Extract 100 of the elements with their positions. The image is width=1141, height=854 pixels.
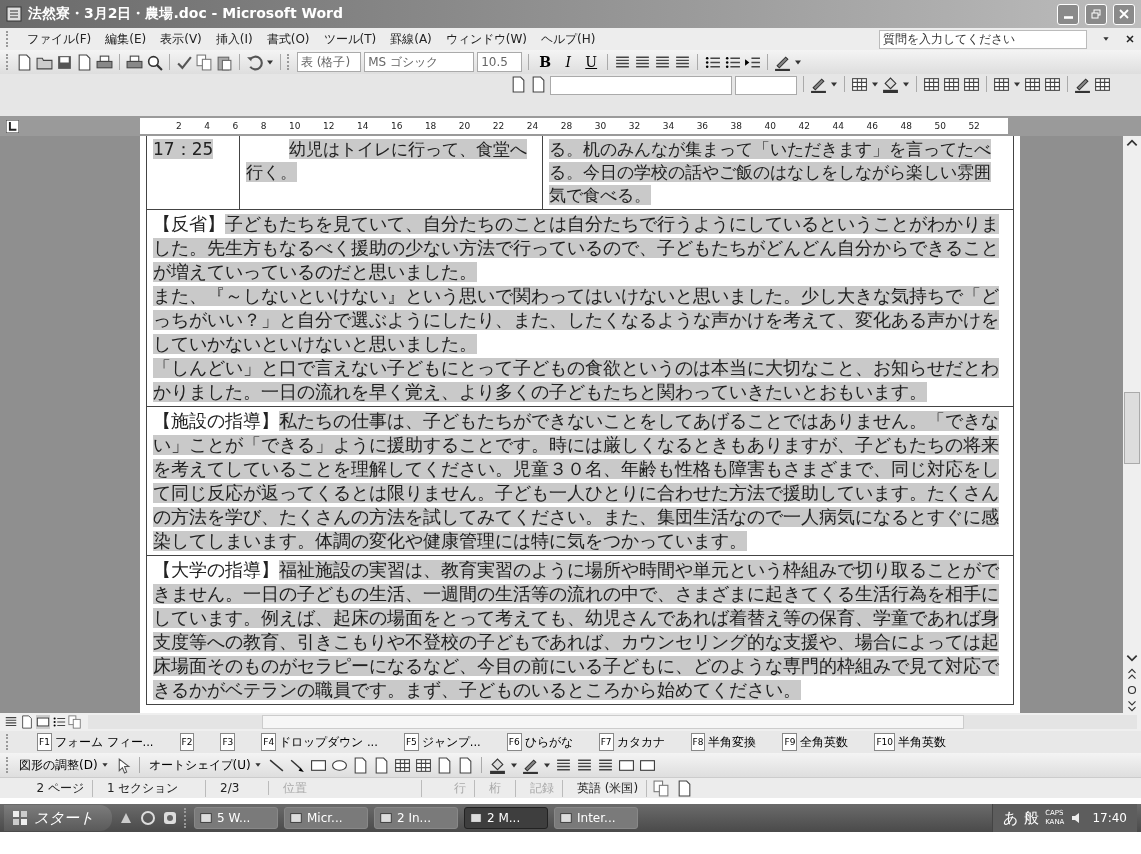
horizontal-scrollbar[interactable]: [88, 715, 1137, 729]
function-key-button[interactable]: F5 ジャンプ...: [401, 733, 483, 751]
menu-item[interactable]: 編集(E): [105, 30, 147, 48]
function-key-button[interactable]: F9 全角英数: [780, 733, 851, 751]
close-icon: [1119, 9, 1129, 19]
menu-item[interactable]: ウィンドウ(W): [445, 30, 528, 48]
paragraph: 【反省】子どもたちを見ていて、自分たちのことは自分たちで行うようにしているということがわかりました。先生方もなるべく援助の少ない方法で行っているので、子どもたちがどんどん自分からできることが増えていっているのだと思いました。: [153, 213, 1000, 284]
font-size-dropdown[interactable]: 10.5: [477, 52, 523, 72]
tab-stop-icon[interactable]: [6, 119, 19, 133]
taskbar-button[interactable]: Inter...: [554, 807, 638, 829]
grid-icon[interactable]: [943, 76, 960, 93]
help-search-field[interactable]: 質問を入力してください: [879, 29, 1087, 49]
previous-page-icon[interactable]: [1125, 667, 1139, 681]
ruler-number: 30: [594, 121, 607, 131]
grid-icon[interactable]: [1044, 76, 1061, 93]
pen-icon[interactable]: [1074, 76, 1091, 93]
status-text: 英語 (米国): [569, 779, 648, 797]
ruler-number: 14: [356, 121, 369, 131]
format-button[interactable]: B: [535, 53, 556, 71]
taskbar-button[interactable]: Micr...: [284, 807, 368, 829]
function-key-button[interactable]: F3: [218, 733, 238, 751]
ruler-number: 12: [322, 121, 335, 131]
format-button[interactable]: I: [558, 53, 579, 71]
window-title: 法然寮・3月2日・農場.doc - Microsoft Word: [28, 5, 343, 23]
function-key-button[interactable]: F10 半角英数: [872, 733, 948, 751]
ruler[interactable]: 2 4 6 8 10 12 14 16 18 20 22 24 28 30 32 34 36 38 40 42 44 46 48 50 52: [140, 118, 1008, 134]
window-icon: [469, 811, 483, 825]
paint-bucket-icon[interactable]: [882, 76, 899, 93]
function-key-button[interactable]: F7 カタカナ: [596, 733, 667, 751]
time-text: 17：25: [153, 139, 214, 159]
function-key-button[interactable]: F4 ドロップダウン ...: [259, 733, 380, 751]
copy-icon[interactable]: [196, 53, 213, 71]
menu-item[interactable]: 罫線(A): [390, 30, 432, 48]
dropdown-field[interactable]: [550, 76, 732, 95]
ruler-number: 38: [730, 121, 743, 131]
ruler-number: 46: [866, 121, 878, 131]
page-icon[interactable]: [76, 53, 93, 71]
function-key-button[interactable]: F8 半角変換: [688, 733, 759, 751]
print-view-icon[interactable]: [36, 715, 50, 729]
menu-item[interactable]: 挿入(I): [215, 30, 253, 48]
taskbar-button[interactable]: 2 M...: [464, 807, 548, 829]
ruler-number: 8: [260, 121, 267, 131]
grid-icon[interactable]: [1094, 76, 1111, 93]
taskbar-button[interactable]: 2 In...: [374, 807, 458, 829]
minimize-button[interactable]: [1057, 3, 1079, 25]
format-button[interactable]: U: [581, 53, 602, 71]
grid-icon[interactable]: [993, 76, 1010, 93]
paragraph: 「しんどい」と口で言えない子どもにとって子どもの食欲というのは本当に大切なこと、お知らせだとわかりました。一日の流れを早く覚え、より多くの子どもたちと関わっていきたいとおもいます。: [153, 357, 1000, 404]
ruler-number: 50: [934, 121, 946, 131]
start-button[interactable]: スタート: [4, 805, 112, 831]
function-key-button[interactable]: F1 フォーム フィー...: [35, 733, 156, 751]
page-icon[interactable]: [510, 76, 527, 93]
ruler-number: 32: [628, 121, 641, 131]
menu-button[interactable]: 図形の調整(D): [17, 756, 111, 774]
ruler-number: 48: [900, 121, 912, 131]
vertical-scrollbar[interactable]: [1123, 136, 1141, 713]
document-icon: [6, 6, 22, 22]
grid-icon[interactable]: [1024, 76, 1041, 93]
ime-mode-text[interactable]: 般: [1024, 808, 1040, 828]
ruler-number: 2: [176, 121, 182, 131]
menu-item[interactable]: ツール(T): [323, 30, 377, 48]
menu-button[interactable]: オートシェイプ(U): [146, 756, 264, 774]
ruler-number: 20: [458, 121, 471, 131]
status-text: 桁: [481, 779, 516, 797]
circle-icon[interactable]: [1125, 683, 1139, 697]
taskbar-button[interactable]: 5 W...: [194, 807, 278, 829]
paragraph: 【施設の指導】私たちの仕事は、子どもたちができないことをしてあげることではありません。「できない」ことが「できる」ように援助することです。時には厳しくなるときもありますが、子どもたちの将来を考えてしていることを理解してください。児童３０名、年齢も性格も障害もさまざまで、同じ対応をして同じ反応が返ってくるとは限りません。子ども一人ひとりに合わせた方法で援助しています。たくさんの方法を学び、たくさんの方法を試してみてください。また、集団生活なので一人病気になるとすぐに感染してしまいます。体調の変化や健康管理には特に気をつかっています。: [153, 410, 1000, 553]
menu-item[interactable]: 表示(V): [160, 30, 202, 48]
ruler-number: 10: [289, 121, 301, 131]
ruler-number: 34: [662, 121, 675, 131]
dropdown-field[interactable]: [735, 76, 797, 95]
printer-icon[interactable]: [126, 53, 143, 71]
pen-icon[interactable]: [810, 76, 827, 93]
ruler-number: 16: [390, 121, 403, 131]
menu-item[interactable]: 書式(O): [266, 30, 310, 48]
web-view-icon[interactable]: [20, 715, 34, 729]
scrollbar-thumb[interactable]: [1124, 392, 1140, 464]
ruler-number: 42: [798, 121, 810, 131]
next-page-icon[interactable]: [1125, 699, 1139, 713]
font-dropdown[interactable]: MS ゴシック: [364, 52, 475, 72]
ruler-number: 22: [492, 121, 505, 131]
ime-mode-text[interactable]: あ: [1003, 808, 1019, 828]
browser-icon[interactable]: [140, 810, 156, 826]
restore-icon: [1091, 9, 1101, 19]
menu-item[interactable]: ファイル(F): [27, 30, 92, 48]
function-key-button[interactable]: F6 ひらがな: [504, 733, 575, 751]
function-key-button[interactable]: F2: [177, 733, 197, 751]
grid-icon[interactable]: [923, 76, 940, 93]
printer-icon[interactable]: [96, 53, 113, 71]
menu-item[interactable]: ヘルプ(H): [541, 30, 596, 48]
ruler-number: 6: [232, 121, 239, 131]
grid-icon[interactable]: [851, 76, 868, 93]
restore-button[interactable]: [1085, 3, 1107, 25]
grid-icon[interactable]: [963, 76, 980, 93]
page-icon[interactable]: [530, 76, 547, 93]
paint-bucket-icon[interactable]: [488, 756, 506, 774]
media-icon[interactable]: [162, 810, 178, 826]
style-dropdown[interactable]: 表 (格子): [297, 52, 362, 72]
close-button[interactable]: [1113, 3, 1135, 25]
page-icon[interactable]: [16, 53, 33, 71]
